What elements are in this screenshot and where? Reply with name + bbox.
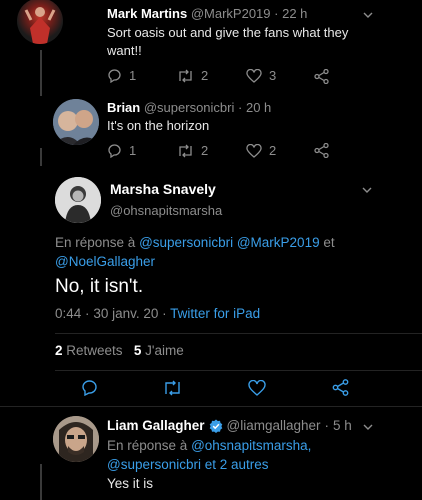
thread-line-bottom — [40, 464, 42, 500]
main-retweets-count: 2 — [55, 343, 63, 358]
tweet1-like-count: 3 — [269, 68, 277, 83]
main-time: 0:44 — [55, 306, 82, 321]
tweet2-retweet-button[interactable]: 2 — [177, 143, 208, 158]
tweet3-handle[interactable]: @liamgallagher — [227, 418, 321, 433]
main-retweets-stat[interactable]: 2 Retweets — [55, 343, 126, 358]
tweet2-retweet-count: 2 — [201, 143, 209, 158]
tweet3-reply-prefix: En réponse à — [107, 438, 188, 453]
tweet1-more-chevron-icon[interactable] — [363, 12, 373, 18]
tweet3-more-chevron-icon[interactable] — [363, 424, 373, 430]
main-sep1: · — [85, 306, 90, 321]
main-retweets-label: Retweets — [66, 343, 123, 358]
tweet1-text-line1: Sort oasis out and give the fans what th… — [107, 25, 349, 40]
avatar-liam-gallagher[interactable] — [53, 416, 99, 462]
main-sep2: · — [162, 306, 167, 321]
main-reply-icon[interactable] — [81, 380, 98, 396]
avatar-mark-martins[interactable] — [17, 0, 63, 44]
reply-icon — [108, 68, 121, 83]
tweet3-mention-others[interactable]: et 2 autres — [205, 457, 269, 472]
avatar-image — [53, 416, 99, 462]
tweet2-time[interactable]: 20 h — [246, 100, 271, 115]
tweet1-retweet-count: 2 — [201, 68, 209, 83]
tweet1-share-icon[interactable] — [314, 69, 329, 84]
verified-badge-icon — [209, 419, 222, 433]
tweet3-mention-ohsnapitsmarsha[interactable]: @ohsnapitsmarsha, — [191, 438, 311, 453]
tweet2-share-icon[interactable] — [314, 143, 329, 158]
tweet2-author-name[interactable]: Brian — [107, 100, 140, 115]
main-likes-label: J'aime — [145, 343, 184, 358]
tweet3-time[interactable]: 5 h — [333, 418, 352, 433]
main-handle[interactable]: @ohsnapitsmarsha — [110, 203, 222, 218]
divider — [55, 333, 422, 334]
tweet1-author-name[interactable]: Mark Martins — [107, 6, 187, 21]
main-share-icon[interactable] — [332, 379, 349, 396]
main-mention-noelgallagher[interactable]: @NoelGallagher — [55, 254, 155, 269]
avatar-image — [55, 177, 101, 223]
main-author-name[interactable]: Marsha Snavely — [110, 181, 216, 197]
main-reply-prefix: En réponse à — [55, 235, 136, 250]
retweet-icon — [179, 144, 192, 157]
avatar-marsha-snavely[interactable] — [55, 177, 101, 223]
avatar-brian[interactable] — [53, 99, 99, 145]
tweet3-mention-supersonicbri[interactable]: @supersonicbri — [107, 457, 201, 472]
tweet3-separator: · — [324, 418, 330, 433]
tweet2-like-count: 2 — [269, 143, 277, 158]
main-retweet-icon[interactable] — [163, 380, 182, 396]
heart-icon — [246, 143, 262, 158]
avatar-image — [53, 99, 99, 145]
main-mention-markp2019[interactable]: @MarkP2019 — [237, 235, 320, 250]
main-date: 30 janv. 20 — [93, 306, 159, 321]
divider — [55, 370, 422, 371]
main-source-link[interactable]: Twitter for iPad — [170, 306, 260, 321]
heart-icon — [246, 68, 262, 83]
main-like-icon[interactable] — [248, 380, 266, 396]
retweet-icon — [179, 69, 192, 82]
thread-line-2 — [40, 148, 42, 166]
tweet1-text-line2: want!! — [107, 43, 142, 58]
tweet1-retweet-button[interactable]: 2 — [177, 68, 208, 83]
tweet1-separator: · — [274, 6, 279, 21]
thread-line-1 — [40, 50, 42, 96]
tweet2-text: It's on the horizon — [107, 118, 210, 133]
tweet3-text: Yes it is — [107, 476, 154, 491]
tweet1-time[interactable]: 22 h — [282, 6, 307, 21]
main-more-chevron-icon[interactable] — [362, 187, 372, 193]
tweet1-like-button[interactable]: 3 — [246, 68, 276, 83]
tweet1-reply-button[interactable]: 1 — [107, 68, 136, 83]
tweet2-separator: · — [238, 100, 243, 115]
main-likes-stat[interactable]: 5 J'aime — [134, 343, 184, 358]
divider — [0, 406, 422, 407]
tweet2-handle[interactable]: @supersonicbri — [144, 100, 235, 115]
tweet1-reply-count: 1 — [129, 68, 137, 83]
reply-icon — [108, 143, 121, 158]
tweet2-reply-count: 1 — [129, 143, 137, 158]
main-tweet-text: No, it isn't. — [55, 276, 144, 297]
tweet2-reply-button[interactable]: 1 — [107, 143, 136, 158]
main-reply-and: et — [323, 235, 335, 250]
tweet3-author-name[interactable]: Liam Gallagher — [107, 418, 205, 433]
avatar-image — [24, 7, 56, 44]
tweet1-handle[interactable]: @MarkP2019 — [191, 6, 271, 21]
main-likes-count: 5 — [133, 343, 142, 358]
tweet2-like-button[interactable]: 2 — [246, 143, 276, 158]
main-mention-supersonicbri[interactable]: @supersonicbri — [139, 235, 233, 250]
